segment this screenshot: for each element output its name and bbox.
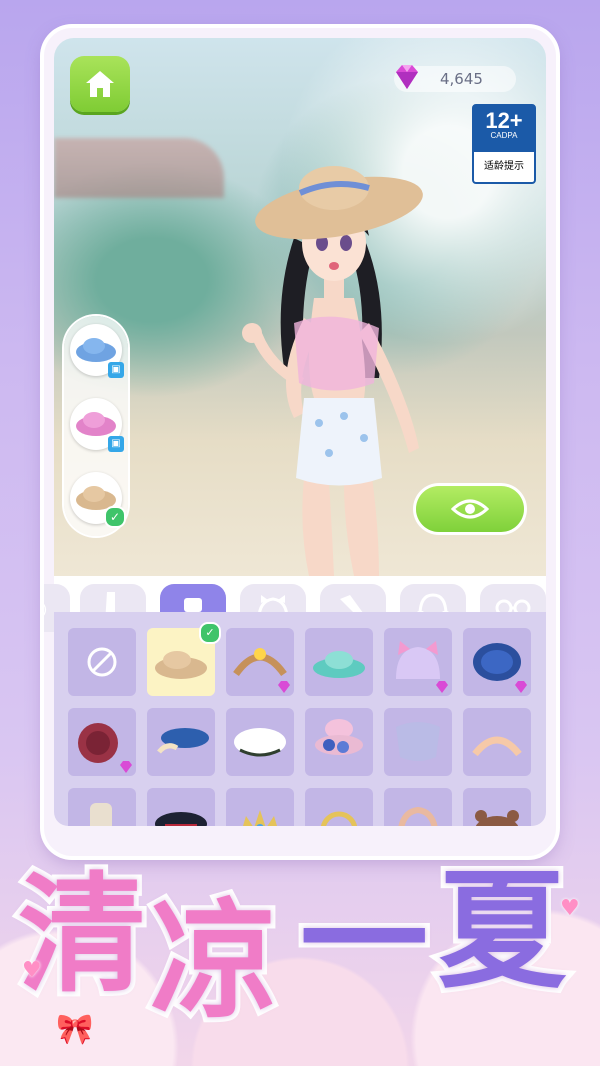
bow-icon: 🎀: [56, 1012, 94, 1047]
item-straw-hat[interactable]: ✓: [147, 622, 221, 696]
bun-cover-icon: [90, 803, 112, 826]
stage: 4,645 12+ CADPA 适龄提示 ▣ ▣ ✓: [54, 38, 546, 576]
diamond-icon: [515, 681, 527, 693]
home-icon: [86, 71, 114, 97]
headband-icon: [233, 648, 287, 677]
cat-hood-icon: [396, 641, 440, 679]
diamond-icon: [120, 761, 132, 773]
history-item-blue-hat[interactable]: ▣: [70, 324, 124, 378]
officer-cap-icon: [155, 812, 207, 826]
item-white-cap[interactable]: [226, 708, 294, 776]
item-rose-hat[interactable]: [305, 708, 373, 776]
item-bear-hat[interactable]: [463, 788, 531, 826]
blue-beret-icon: [157, 728, 209, 754]
white-cap-icon: [234, 728, 286, 757]
item-navy-hat[interactable]: [463, 628, 531, 696]
item-sun-crown[interactable]: [305, 788, 373, 826]
item-lace-veil[interactable]: [384, 708, 452, 776]
gem-counter: 4,645: [394, 65, 516, 92]
item-teal-hat[interactable]: [305, 628, 373, 696]
item-officer-cap[interactable]: [147, 788, 215, 826]
dressup-panel: 4,645 12+ CADPA 适龄提示 ▣ ▣ ✓ ✓: [44, 28, 556, 856]
age-org: CADPA: [490, 131, 518, 140]
history-item-straw-hat[interactable]: ✓: [70, 472, 126, 528]
item-headband-flower[interactable]: [226, 628, 294, 696]
none-icon: [87, 647, 117, 677]
bear-hat-icon: [475, 810, 519, 826]
age-rating-badge: 12+ CADPA 适龄提示: [472, 104, 536, 184]
gem-count: 4,645: [440, 70, 483, 88]
slogan-char-4: 夏: [433, 857, 571, 1006]
headband-icon: [472, 736, 522, 757]
item-grid: ✓: [54, 612, 546, 826]
navy-hat-icon: [473, 643, 521, 681]
outfit-history: ▣ ▣ ✓: [64, 316, 128, 536]
rose-hat-icon: [315, 719, 363, 755]
diamond-icon: [396, 65, 418, 89]
history-item-pink-hat[interactable]: ▣: [70, 398, 124, 452]
item-none[interactable]: [68, 628, 136, 696]
braid-band-icon: [398, 806, 438, 826]
slogan-char-2: 凉: [145, 887, 283, 1036]
item-red-beret[interactable]: [68, 708, 136, 776]
tiara-icon: [243, 810, 277, 826]
sun-crown-icon: [320, 811, 358, 826]
item-tiara[interactable]: [226, 788, 294, 826]
tv-icon: ▣: [108, 436, 124, 452]
eye-icon: [451, 499, 489, 519]
item-cat-hood[interactable]: [384, 628, 452, 696]
check-icon: ✓: [104, 506, 126, 528]
item-bun-cover[interactable]: [68, 788, 136, 826]
slogan-char-3: 一: [295, 867, 433, 1016]
heart-icon: ♥: [22, 958, 42, 983]
check-icon: ✓: [199, 622, 221, 644]
item-blue-beret[interactable]: [147, 708, 215, 776]
item-braid-band[interactable]: [384, 788, 452, 826]
hair-icon: ◐: [44, 594, 47, 622]
age-rating: 12+: [485, 108, 523, 133]
tv-icon: ▣: [108, 362, 124, 378]
lace-veil-icon: [396, 722, 440, 761]
age-hint: 适龄提示: [484, 161, 524, 172]
diamond-icon: [436, 681, 448, 693]
preview-button[interactable]: [416, 486, 524, 532]
item-headband-pink[interactable]: [463, 708, 531, 776]
teal-hat-icon: [313, 651, 365, 678]
diamond-icon: [278, 681, 290, 693]
straw-hat-icon: [155, 651, 207, 679]
background-roof: [54, 138, 224, 198]
heart-icon: ♥: [560, 896, 580, 921]
home-button[interactable]: [70, 56, 130, 112]
